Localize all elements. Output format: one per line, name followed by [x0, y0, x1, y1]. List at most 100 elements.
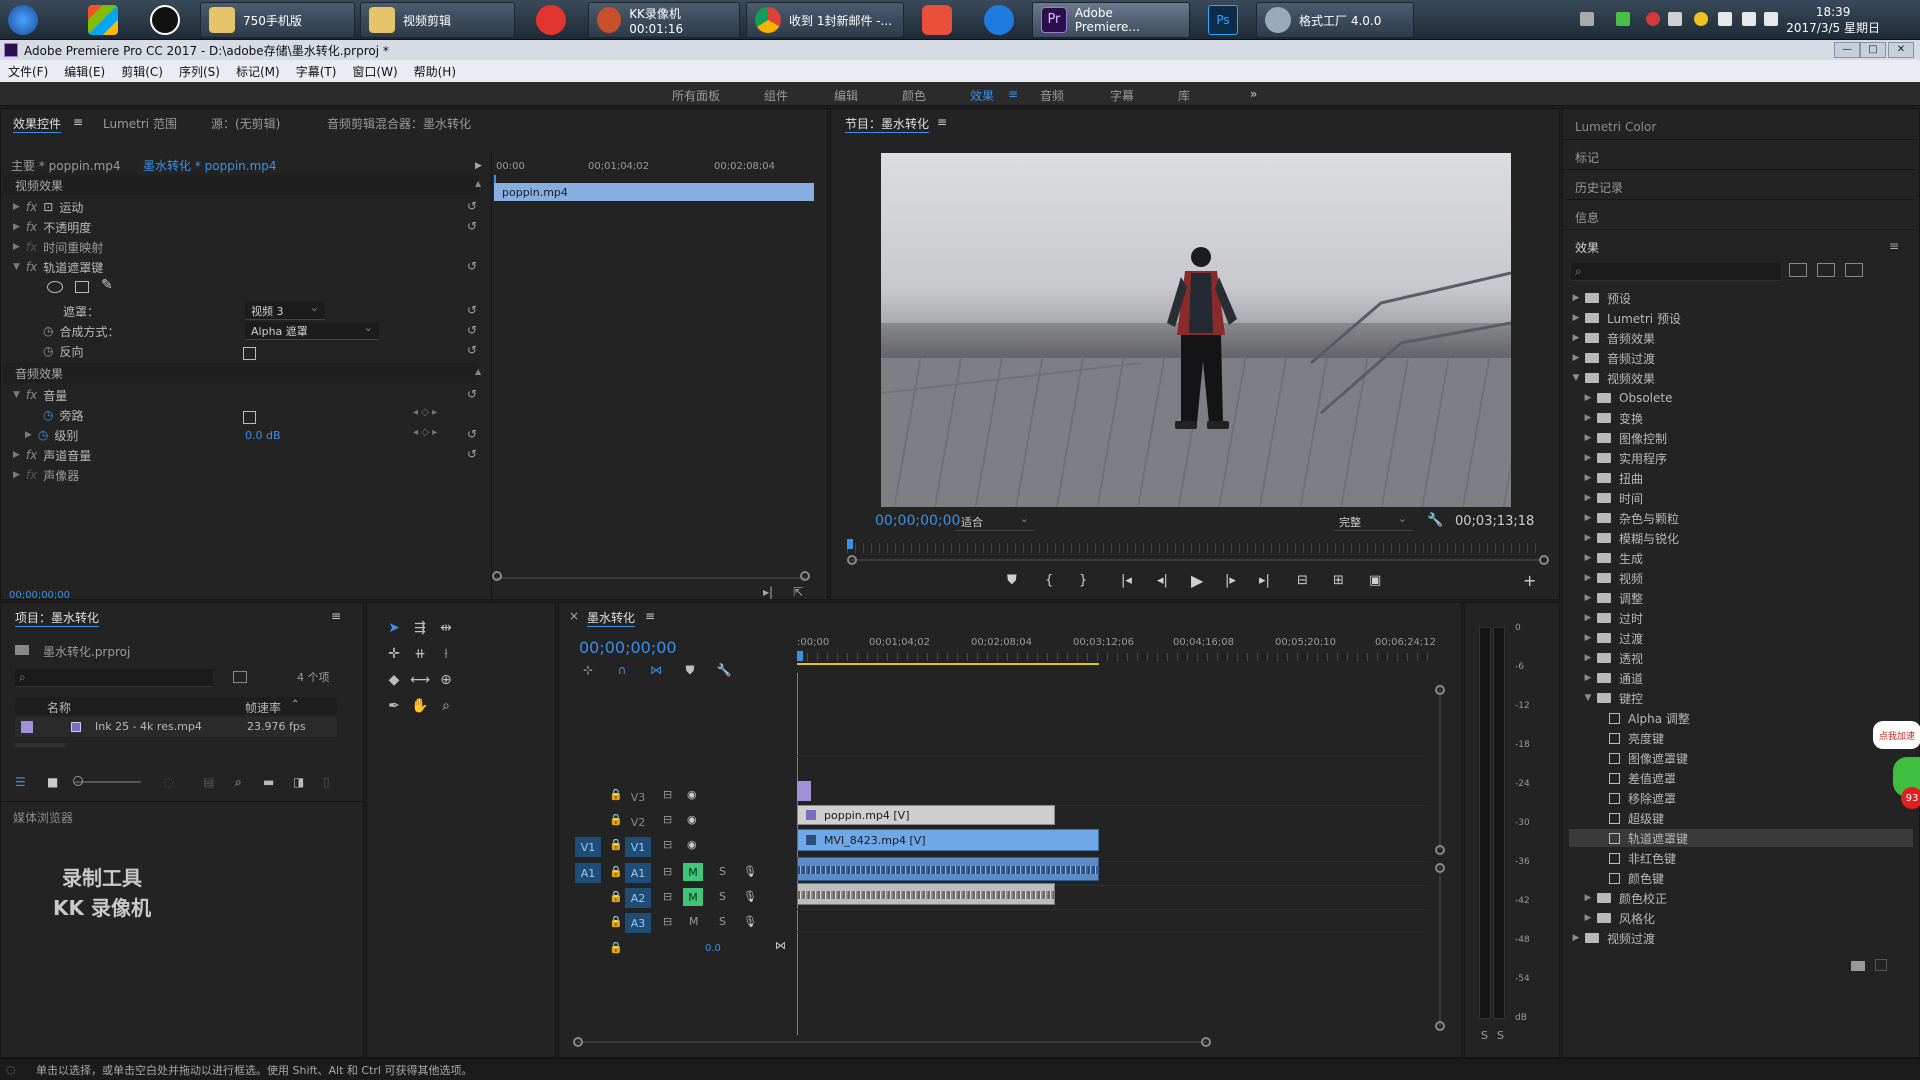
slide-tool-icon[interactable]: ⟷	[410, 671, 430, 689]
effects-folder[interactable]: ▶ 图像控制	[1583, 429, 1911, 447]
extract-icon[interactable]: ⊞	[1333, 573, 1344, 588]
volume-icon[interactable]	[1764, 12, 1778, 26]
zoom-slider[interactable]	[75, 781, 141, 783]
column-name[interactable]: 名称	[47, 699, 71, 716]
eye-icon[interactable]: ◉	[687, 813, 697, 826]
reset-icon[interactable]: ↺	[467, 447, 477, 461]
effects-folder[interactable]: ▶ 预设	[1571, 289, 1911, 307]
maximize-button[interactable]: □	[1860, 42, 1886, 58]
menu-file[interactable]: 文件(F)	[0, 63, 56, 80]
column-fps[interactable]: 帧速率	[245, 699, 281, 716]
tab-project[interactable]: 项目：墨水转化	[15, 609, 100, 627]
expand-arrow-icon[interactable]: ▶	[13, 242, 20, 252]
effect-item[interactable]: 差值遮罩	[1595, 769, 1911, 787]
system-clock[interactable]: 18:39 2017/3/5 星期日	[1786, 4, 1880, 36]
clip-a1-audio[interactable]	[797, 857, 1099, 881]
collapse-arrow-icon[interactable]: ▼	[1583, 693, 1593, 703]
expand-arrow-icon[interactable]: ▶	[1583, 533, 1593, 543]
source-v1-patch[interactable]: V1	[575, 837, 601, 857]
effects-folder[interactable]: ▶ 杂色与颗粒	[1583, 509, 1911, 527]
effects-folder[interactable]: ▶ 调整	[1583, 589, 1911, 607]
expand-arrow-icon[interactable]: ▶	[1571, 313, 1581, 323]
effects-folder[interactable]: ▶ 通道	[1583, 669, 1911, 687]
ellipse-mask-icon[interactable]	[47, 281, 63, 293]
tab-audio-clip-mixer[interactable]: 音频剪辑混合器：墨水转化	[327, 115, 471, 132]
mask-dropdown[interactable]: 视频 3	[245, 301, 325, 320]
expand-arrow-icon[interactable]: ▶	[13, 202, 20, 212]
effects-folder[interactable]: ▶ 颜色校正	[1583, 889, 1911, 907]
expand-arrow-icon[interactable]: ▶	[1583, 393, 1593, 403]
tab-effects[interactable]: 效果	[1575, 237, 1599, 257]
expand-arrow-icon[interactable]: ▶	[1583, 473, 1593, 483]
lock-icon[interactable]: 🔒	[609, 813, 623, 826]
quality-dropdown[interactable]: 完整	[1333, 512, 1413, 531]
mute-a3-button[interactable]: M	[689, 915, 699, 928]
mute-a1-button[interactable]: M	[683, 863, 703, 881]
slip-tool-icon[interactable]: ◆	[385, 671, 403, 689]
menu-edit[interactable]: 编辑(E)	[56, 63, 113, 80]
expand-arrow-icon[interactable]: ▶	[1583, 573, 1593, 583]
collapse-up-icon[interactable]: ▲	[475, 179, 481, 188]
track-select-tool-icon[interactable]: ⇶	[411, 619, 429, 637]
expand-arrow-icon[interactable]: ▶	[1583, 453, 1593, 463]
shield-icon[interactable]	[1694, 12, 1708, 26]
tab-media-browser[interactable]: 媒体浏览器	[13, 807, 73, 827]
ec-zoom-handle-left[interactable]	[492, 571, 502, 581]
ec-zoom-scrollbar[interactable]	[496, 577, 806, 579]
reset-icon[interactable]: ↺	[467, 259, 477, 273]
timeline-timecode[interactable]: 00;00;00;00	[579, 637, 677, 657]
effects-folder[interactable]: ▶ 视频	[1583, 569, 1911, 587]
solo-a1-button[interactable]: S	[719, 865, 726, 878]
composite-dropdown[interactable]: Alpha 遮罩	[245, 321, 379, 340]
effect-item[interactable]: 颜色键	[1595, 869, 1911, 887]
export-frame-icon[interactable]: ⇱	[793, 585, 803, 599]
32bit-effects-icon[interactable]	[1817, 263, 1835, 277]
taskbar-button-kk-recorder[interactable]: KK录像机 00:01:16	[588, 2, 740, 38]
mark-in-icon[interactable]: {	[1045, 573, 1053, 588]
effects-folder[interactable]: ▶ 过时	[1583, 609, 1911, 627]
project-search-input[interactable]: ⌕	[15, 669, 213, 687]
effects-folder[interactable]: ▶ 时间	[1583, 489, 1911, 507]
lift-icon[interactable]: ⊟	[1297, 573, 1308, 588]
rate-stretch-tool-icon[interactable]: ⧺	[411, 645, 429, 663]
video-tracks-scrollbar[interactable]	[1439, 689, 1441, 849]
taskbar-button-format-factory[interactable]: 格式工厂 4.0.0	[1256, 2, 1414, 38]
level-value[interactable]: 0.0 dB	[245, 425, 281, 445]
effects-folder[interactable]: ▼ 视频效果	[1571, 369, 1911, 387]
qq-icon[interactable]	[150, 5, 180, 35]
workspace-more-icon[interactable]: »	[1250, 87, 1257, 101]
workspace-color[interactable]: 颜色	[902, 87, 926, 104]
linked-selection-icon[interactable]: ⋈	[647, 661, 665, 679]
reset-icon[interactable]: ↺	[467, 303, 477, 317]
list-view-icon[interactable]: ☰	[15, 775, 26, 789]
collapse-up-icon[interactable]: ▲	[475, 367, 481, 376]
timeline-playhead-head[interactable]	[797, 651, 803, 661]
effect-controls-menu-icon[interactable]: ≡	[73, 115, 83, 129]
stopwatch-icon[interactable]: ◷	[43, 324, 53, 338]
effect-row-time-remap[interactable]: ▶ fx 时间重映射	[13, 237, 103, 257]
track-a2-label[interactable]: A2	[625, 888, 651, 908]
play-only-icon[interactable]: ▸|	[763, 585, 773, 599]
label-color-swatch[interactable]	[21, 721, 33, 733]
player-icon[interactable]	[984, 5, 1014, 35]
reset-icon[interactable]: ↺	[467, 343, 477, 357]
timeline-settings-icon[interactable]: 🔧	[715, 661, 733, 679]
effects-folder[interactable]: ▶ 过渡	[1583, 629, 1911, 647]
track-v1-label[interactable]: V1	[625, 837, 651, 857]
taskbar-button-chrome[interactable]: 收到 1封新邮件 -...	[746, 2, 904, 38]
pen-tool-icon[interactable]: ⊕	[437, 671, 455, 689]
workspace-all-panels[interactable]: 所有面板	[672, 87, 720, 104]
solo-a3-button[interactable]: S	[719, 915, 726, 928]
accelerated-effects-icon[interactable]	[1789, 263, 1807, 277]
lock-icon[interactable]: 🔒	[609, 788, 623, 801]
clip-v3[interactable]	[797, 781, 811, 801]
eye-icon[interactable]: ◉	[687, 838, 697, 851]
tab-program-monitor[interactable]: 节目：墨水转化	[845, 115, 930, 133]
expand-arrow-icon[interactable]: ▶	[1583, 593, 1593, 603]
taskbar-button-video-edit[interactable]: 视频剪辑	[360, 2, 515, 38]
reset-icon[interactable]: ↺	[467, 219, 477, 233]
workspace-audio[interactable]: 音频	[1040, 87, 1064, 104]
expand-arrow-icon[interactable]: ▶	[1583, 613, 1593, 623]
expand-arrow-icon[interactable]: ▶	[1583, 413, 1593, 423]
new-item-icon[interactable]: ◨	[293, 775, 304, 789]
